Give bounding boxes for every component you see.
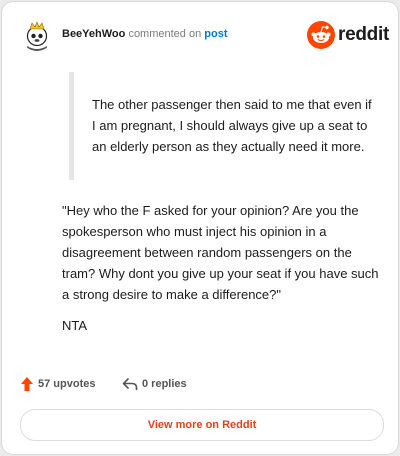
comment-paragraph: "Hey who the F asked for your opinion? A… [62, 203, 379, 302]
comment-actions: 57 upvotes 0 replies [20, 374, 380, 394]
quote-bar [69, 72, 74, 180]
quoted-text: The other passenger then said to me that… [92, 97, 372, 154]
upvote-arrow-icon [21, 377, 33, 391]
comment-paragraph: NTA [62, 318, 88, 333]
embed-card: BeeYehWoo commented on post reddit The o… [1, 1, 399, 455]
upvote-count: 57 upvotes [38, 378, 96, 390]
replies-count: 0 replies [142, 378, 187, 390]
reddit-logo[interactable]: reddit [307, 20, 389, 50]
post-link[interactable]: post [204, 28, 227, 40]
avatar[interactable] [21, 19, 53, 51]
byline: BeeYehWoo commented on post [62, 27, 228, 41]
upvote-button[interactable]: 57 upvotes [20, 374, 95, 394]
replies-button[interactable]: 0 replies [122, 374, 187, 394]
comment-header: BeeYehWoo commented on post reddit [21, 16, 389, 56]
commented-on-text: commented on [128, 28, 202, 40]
reply-arrow-icon [122, 378, 138, 391]
reddit-logo-icon [307, 21, 335, 49]
reddit-wordmark: reddit [338, 24, 389, 45]
username-link[interactable]: BeeYehWoo [62, 28, 125, 40]
view-more-button[interactable]: View more on Reddit [20, 409, 384, 441]
